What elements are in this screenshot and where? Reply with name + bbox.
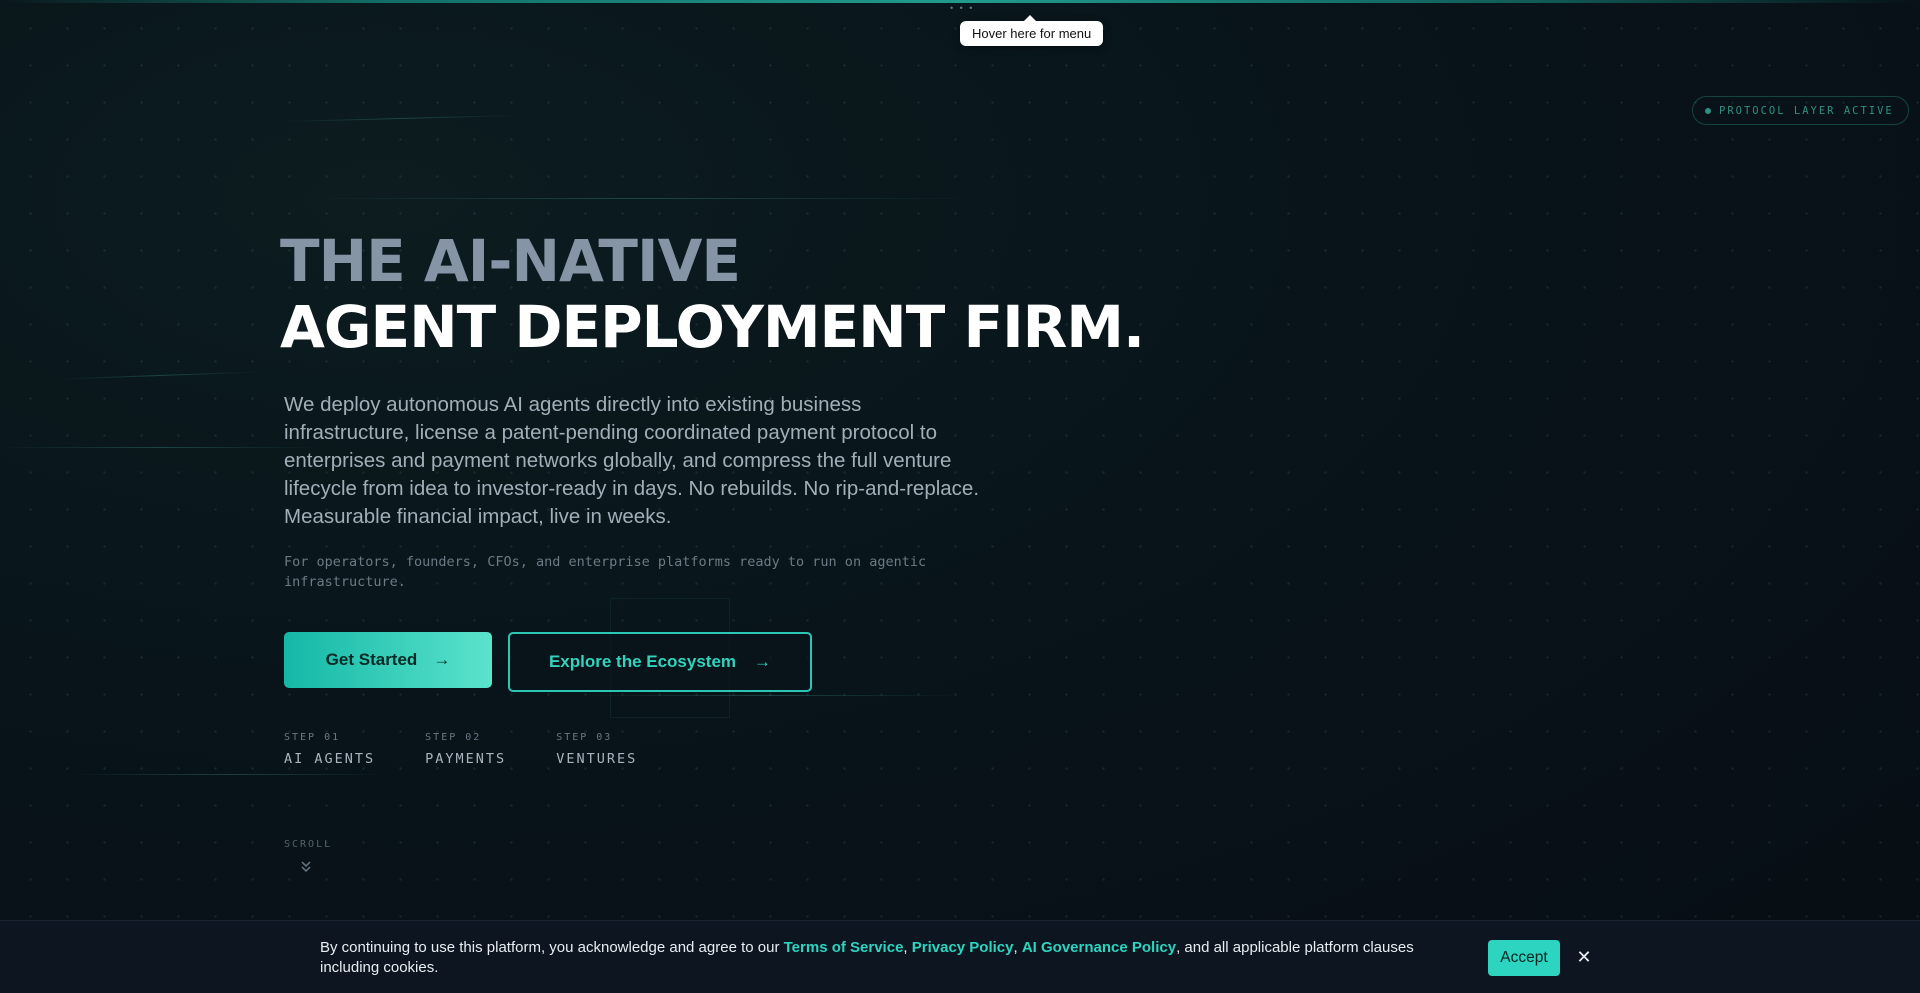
arrow-right-icon: → [433,650,451,669]
step-name: AI AGENTS [284,751,376,767]
decorative-line [0,447,320,448]
menu-trigger[interactable]: • • • [950,3,974,13]
decorative-line [60,371,260,380]
step-ai-agents[interactable]: STEP 01 AI AGENTS [284,732,375,767]
menu-tooltip: Hover here for menu [960,15,1104,46]
cookie-consent-text: By continuing to use this platform, you … [320,938,1460,978]
cookie-separator: , [903,939,912,956]
decorative-line [70,774,390,775]
headline-line-2: AGENT DEPLOYMENT FIRM. [280,293,1145,361]
step-payments[interactable]: STEP 02 PAYMENTS [425,732,506,767]
privacy-policy-link[interactable]: Privacy Policy [912,939,1014,956]
hero-headline: THE AI-NATIVE AGENT DEPLOYMENT FIRM. [280,227,1145,361]
headline-line-1: THE AI-NATIVE [280,227,741,295]
accept-cookies-button[interactable]: Accept [1488,940,1560,976]
step-number: STEP 02 [425,732,482,743]
terms-of-service-link[interactable]: Terms of Service [784,939,904,956]
hero-audience-note: For operators, founders, CFOs, and enter… [284,554,927,590]
status-dot-icon [1705,107,1711,114]
arrow-right-icon: → [754,652,772,671]
decorative-line [280,114,520,123]
get-started-button[interactable]: Get Started → [284,632,492,688]
ai-governance-policy-link[interactable]: AI Governance Policy [1022,939,1176,956]
cookie-text-prefix: By continuing to use this platform, you … [320,939,784,956]
double-chevron-down-icon[interactable] [300,860,312,876]
get-started-label: Get Started [325,650,418,669]
step-name: VENTURES [556,751,638,767]
protocol-status-badge: PROTOCOL LAYER ACTIVE [1692,96,1909,125]
steps-list: STEP 01 AI AGENTS STEP 02 PAYMENTS STEP … [284,732,637,767]
cookie-separator: , [1013,939,1022,956]
step-ventures[interactable]: STEP 03 VENTURES [556,732,637,767]
protocol-status-label: PROTOCOL LAYER ACTIVE [1719,104,1894,117]
close-icon[interactable]: ✕ [1576,945,1592,969]
scroll-label: SCROLL [284,839,333,850]
hero-description: We deploy autonomous AI agents directly … [284,393,980,528]
step-number: STEP 03 [556,732,613,743]
explore-ecosystem-button[interactable]: Explore the Ecosystem → [508,632,812,692]
explore-ecosystem-label: Explore the Ecosystem [548,652,737,671]
cookie-consent-bar: By continuing to use this platform, you … [0,920,1920,993]
step-name: PAYMENTS [425,751,507,767]
double-chevron-down-icon-svg [301,861,311,873]
step-number: STEP 01 [284,732,341,743]
decorative-line [300,198,980,199]
